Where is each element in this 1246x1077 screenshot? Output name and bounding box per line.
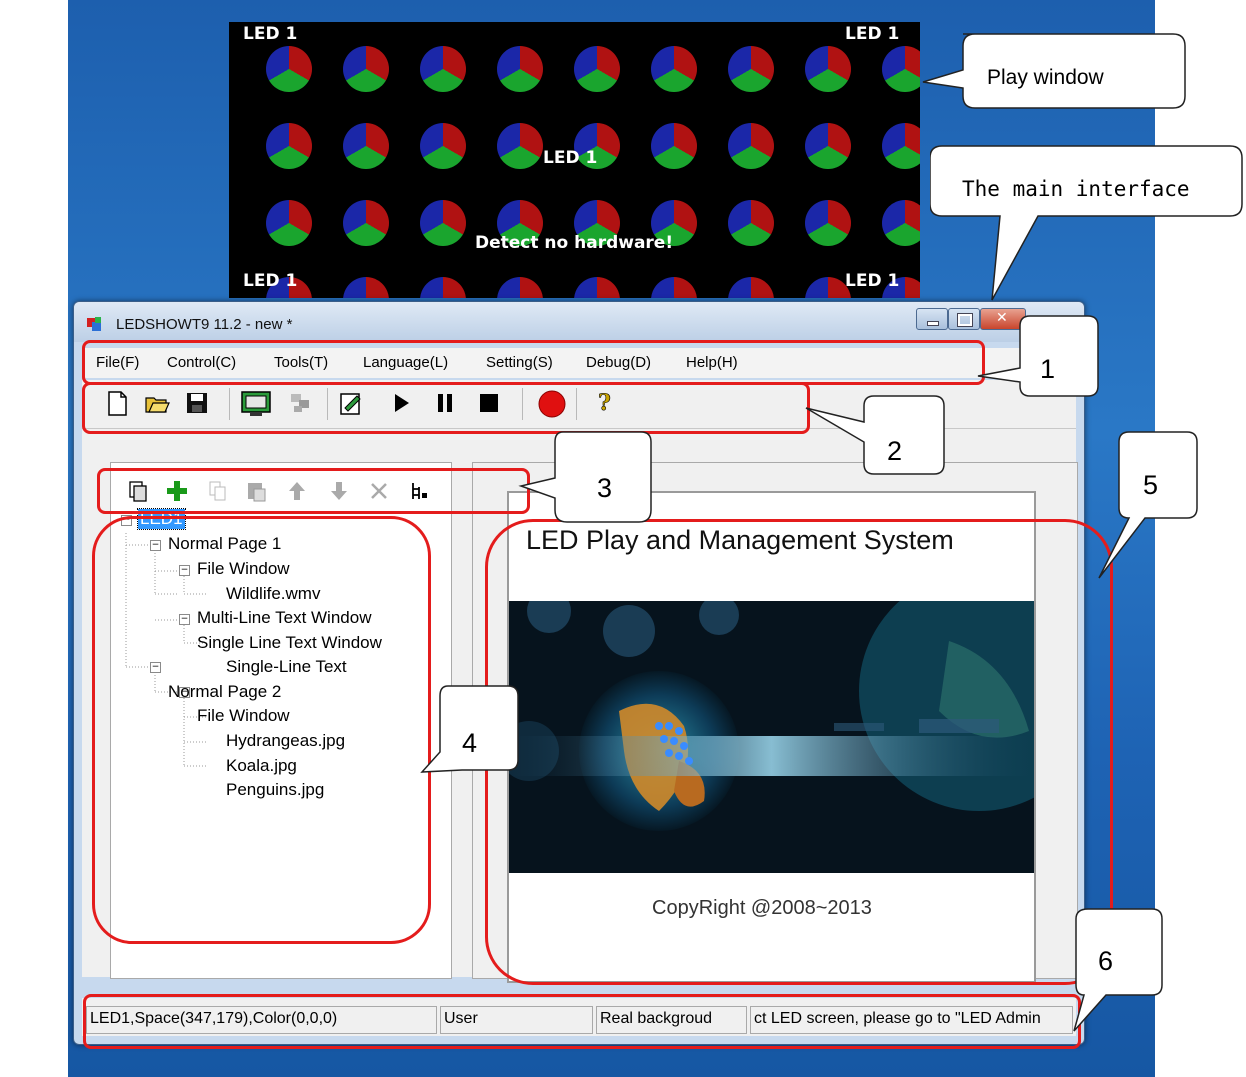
title-bar: LEDSHOWT9 11.2 - new * ✕ <box>74 302 1084 342</box>
callout-number-3: 3 <box>597 473 613 503</box>
play-pixel-dot <box>497 277 543 298</box>
callout-number-4: 4 <box>462 728 478 758</box>
play-pixel-dot <box>420 277 466 298</box>
play-pixel-dot <box>266 46 312 92</box>
play-pixel-dot <box>805 123 851 169</box>
play-pixel-dot <box>497 123 543 169</box>
play-pixel-dot <box>420 123 466 169</box>
play-pixel-dot <box>651 123 697 169</box>
play-pixel-dot <box>343 200 389 246</box>
annotation-toolbar-box <box>82 382 810 434</box>
minimize-button[interactable] <box>916 308 948 330</box>
callout-main-interface-bubble <box>930 145 1243 301</box>
app-logo-icon <box>87 317 101 331</box>
callout-play-window: Play window <box>987 66 1104 89</box>
callout-number-bubble <box>518 431 652 523</box>
play-pixel-dot <box>343 46 389 92</box>
annotation-preview-box <box>485 519 1113 985</box>
play-pixel-dot <box>343 277 389 298</box>
play-pixel-dot <box>728 123 774 169</box>
play-pixel-dot <box>574 277 620 298</box>
callout-main-interface: The main interface <box>962 177 1190 201</box>
play-message: Detect no hardware! <box>475 233 674 253</box>
minimize-icon <box>927 321 939 326</box>
play-pixel-dot <box>266 123 312 169</box>
play-pixel-dot <box>805 200 851 246</box>
play-led-label: LED 1 <box>243 24 298 44</box>
play-pixel-dot <box>343 123 389 169</box>
window-title: LEDSHOWT9 11.2 - new * <box>116 316 293 333</box>
callout-number-bubble <box>1098 431 1198 579</box>
play-pixel-dot <box>574 46 620 92</box>
play-led-label: LED 1 <box>845 271 900 291</box>
callout-number-1: 1 <box>1040 354 1056 384</box>
callout-number-bubble <box>805 395 945 475</box>
callout-number-bubble <box>1073 908 1163 1032</box>
play-pixel-dot <box>728 46 774 92</box>
play-led-label: LED 1 <box>243 271 298 291</box>
play-pixel-dot <box>805 46 851 92</box>
play-led-label: LED 1 <box>543 148 598 168</box>
play-pixel-dot <box>497 46 543 92</box>
callout-number-6: 6 <box>1098 946 1114 976</box>
play-pixel-dot <box>420 200 466 246</box>
play-pixel-dot <box>728 277 774 298</box>
play-pixel-dot <box>651 46 697 92</box>
play-pixel-dot <box>882 123 920 169</box>
play-pixel-dot <box>728 200 774 246</box>
play-window: LED 1 LED 1 LED 1 Detect no hardware! LE… <box>229 22 920 298</box>
play-pixel-dot <box>651 277 697 298</box>
annotation-tree-toolbar-box <box>97 468 530 514</box>
play-led-label: LED 1 <box>845 24 900 44</box>
play-pixel-dot <box>266 200 312 246</box>
annotation-statusbar-box <box>83 994 1081 1049</box>
callout-number-5: 5 <box>1143 470 1159 500</box>
play-pixel-dot <box>420 46 466 92</box>
play-pixel-dot <box>882 200 920 246</box>
annotation-tree-box <box>92 516 431 944</box>
callout-number-bubble <box>977 315 1099 397</box>
callout-number-2: 2 <box>887 436 903 466</box>
annotation-menu-box <box>82 340 985 385</box>
